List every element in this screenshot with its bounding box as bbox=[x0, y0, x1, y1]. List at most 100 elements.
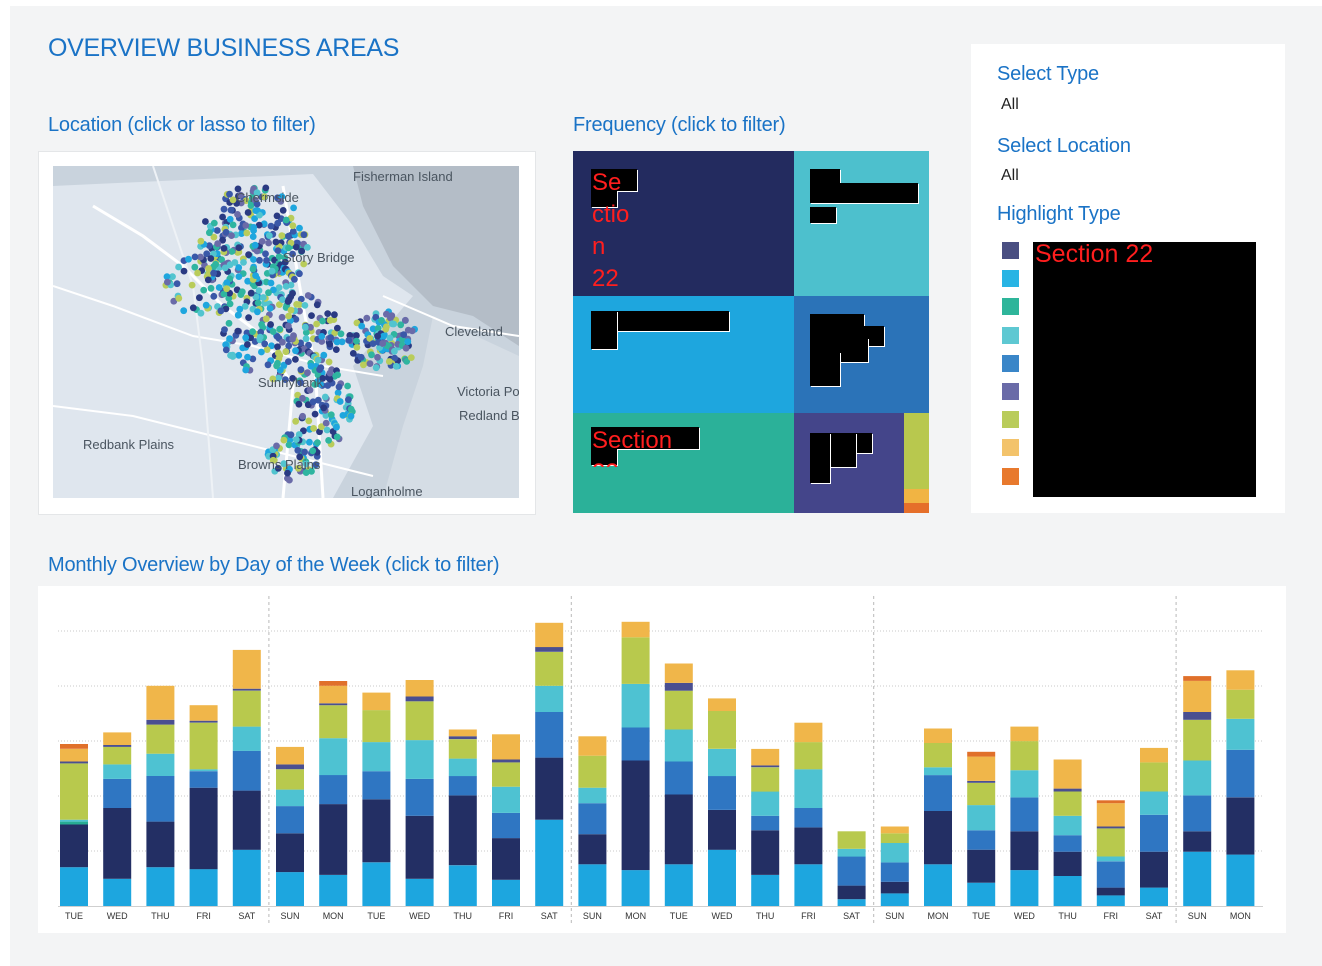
bar-segment[interactable] bbox=[1053, 875, 1082, 906]
map-point[interactable] bbox=[309, 447, 317, 455]
bar-segment[interactable] bbox=[1226, 749, 1255, 798]
map-point[interactable] bbox=[215, 284, 223, 291]
bar-segment[interactable] bbox=[60, 761, 88, 764]
bar-segment[interactable] bbox=[448, 758, 477, 777]
bar-segment[interactable] bbox=[1183, 676, 1212, 681]
legend-swatch[interactable] bbox=[1002, 298, 1019, 316]
map-point[interactable] bbox=[164, 278, 171, 286]
bar-segment[interactable] bbox=[751, 875, 780, 906]
map-point[interactable] bbox=[278, 313, 286, 321]
map-point[interactable] bbox=[236, 305, 244, 313]
legend-swatch[interactable] bbox=[1002, 439, 1019, 457]
bar-segment[interactable] bbox=[232, 790, 261, 850]
bar-segment[interactable] bbox=[319, 703, 348, 706]
bar-segment[interactable] bbox=[578, 864, 607, 906]
map-point[interactable] bbox=[221, 264, 229, 272]
bar-segment[interactable] bbox=[276, 764, 304, 770]
map-point[interactable] bbox=[256, 256, 263, 264]
map-point[interactable] bbox=[386, 334, 394, 342]
map-point[interactable] bbox=[345, 336, 353, 344]
bar-segment[interactable] bbox=[319, 681, 348, 686]
bar-segment[interactable] bbox=[837, 856, 866, 886]
map-point[interactable] bbox=[180, 307, 188, 315]
map-point[interactable] bbox=[332, 346, 340, 353]
map-point[interactable] bbox=[404, 338, 412, 346]
map-point[interactable] bbox=[223, 285, 231, 293]
map-point[interactable] bbox=[261, 340, 269, 348]
bar-segment[interactable] bbox=[492, 762, 520, 787]
bar-segment[interactable] bbox=[1183, 712, 1212, 720]
map-point[interactable] bbox=[295, 400, 303, 408]
map-point[interactable] bbox=[213, 227, 221, 234]
map-point[interactable] bbox=[252, 207, 260, 214]
bar-segment[interactable] bbox=[751, 767, 780, 792]
treemap-cell[interactable] bbox=[904, 413, 929, 489]
map-point[interactable] bbox=[320, 404, 328, 412]
map-point[interactable] bbox=[247, 289, 255, 297]
map-point[interactable] bbox=[402, 344, 410, 352]
bar-segment[interactable] bbox=[664, 794, 693, 865]
bar-segment[interactable] bbox=[103, 764, 132, 779]
map-point[interactable] bbox=[205, 265, 212, 272]
map-point[interactable] bbox=[242, 334, 250, 341]
bar-segment[interactable] bbox=[967, 780, 996, 783]
map-point[interactable] bbox=[273, 212, 281, 220]
select-location-dropdown[interactable]: All bbox=[1001, 167, 1019, 185]
treemap-cell[interactable] bbox=[794, 151, 929, 296]
bar-segment[interactable] bbox=[405, 701, 434, 741]
map-point[interactable] bbox=[250, 256, 257, 263]
bar-segment[interactable] bbox=[664, 729, 693, 762]
bar-segment[interactable] bbox=[1226, 797, 1255, 855]
bar-segment[interactable] bbox=[578, 755, 607, 788]
map-point[interactable] bbox=[204, 276, 212, 284]
map-point[interactable] bbox=[380, 332, 387, 340]
bar-segment[interactable] bbox=[794, 742, 823, 770]
map-point[interactable] bbox=[245, 251, 253, 259]
map-point[interactable] bbox=[313, 301, 321, 309]
bar-segment[interactable] bbox=[967, 849, 996, 883]
map-point[interactable] bbox=[266, 305, 274, 312]
treemap-cell[interactable] bbox=[794, 296, 929, 413]
highlight-legend-box[interactable]: Section 22 bbox=[1033, 240, 1256, 497]
map-point[interactable] bbox=[300, 231, 308, 239]
map-point[interactable] bbox=[197, 237, 205, 245]
map-point[interactable] bbox=[293, 301, 300, 308]
bar-segment[interactable] bbox=[1226, 718, 1255, 750]
map-point[interactable] bbox=[290, 204, 297, 212]
bar-segment[interactable] bbox=[492, 759, 520, 763]
map-point[interactable] bbox=[320, 351, 328, 359]
bar-segment[interactable] bbox=[448, 865, 477, 906]
bar-segment[interactable] bbox=[967, 782, 996, 806]
map-point[interactable] bbox=[207, 284, 215, 292]
map-point[interactable] bbox=[226, 335, 234, 343]
bar-segment[interactable] bbox=[794, 722, 823, 743]
bar-segment[interactable] bbox=[967, 756, 996, 781]
bar-segment[interactable] bbox=[924, 743, 952, 768]
map-point[interactable] bbox=[254, 308, 261, 316]
bar-segment[interactable] bbox=[146, 724, 175, 754]
bar-segment[interactable] bbox=[1053, 759, 1082, 789]
bar-segment[interactable] bbox=[1183, 851, 1212, 906]
map-point[interactable] bbox=[202, 301, 210, 309]
map-point[interactable] bbox=[326, 317, 334, 324]
map-point[interactable] bbox=[229, 353, 237, 360]
bar-segment[interactable] bbox=[146, 776, 175, 822]
bar-segment[interactable] bbox=[1053, 788, 1082, 792]
bar-segment[interactable] bbox=[1183, 760, 1212, 796]
bar-segment[interactable] bbox=[578, 736, 607, 756]
map-point[interactable] bbox=[272, 238, 280, 246]
bar-segment[interactable] bbox=[492, 812, 520, 839]
bar-segment[interactable] bbox=[60, 763, 88, 820]
bar-segment[interactable] bbox=[60, 748, 88, 762]
frequency-treemap[interactable]: Se ctio n 22 Section 22 bbox=[573, 151, 929, 513]
map-point[interactable] bbox=[234, 327, 242, 335]
bar-segment[interactable] bbox=[837, 885, 866, 900]
map-point[interactable] bbox=[311, 410, 319, 418]
map-point[interactable] bbox=[292, 356, 299, 363]
bar-segment[interactable] bbox=[232, 750, 261, 791]
map-point[interactable] bbox=[267, 222, 275, 230]
bar-segment[interactable] bbox=[1010, 797, 1039, 832]
map-point[interactable] bbox=[392, 362, 400, 370]
bar-segment[interactable] bbox=[708, 698, 736, 711]
map-point[interactable] bbox=[282, 216, 290, 224]
